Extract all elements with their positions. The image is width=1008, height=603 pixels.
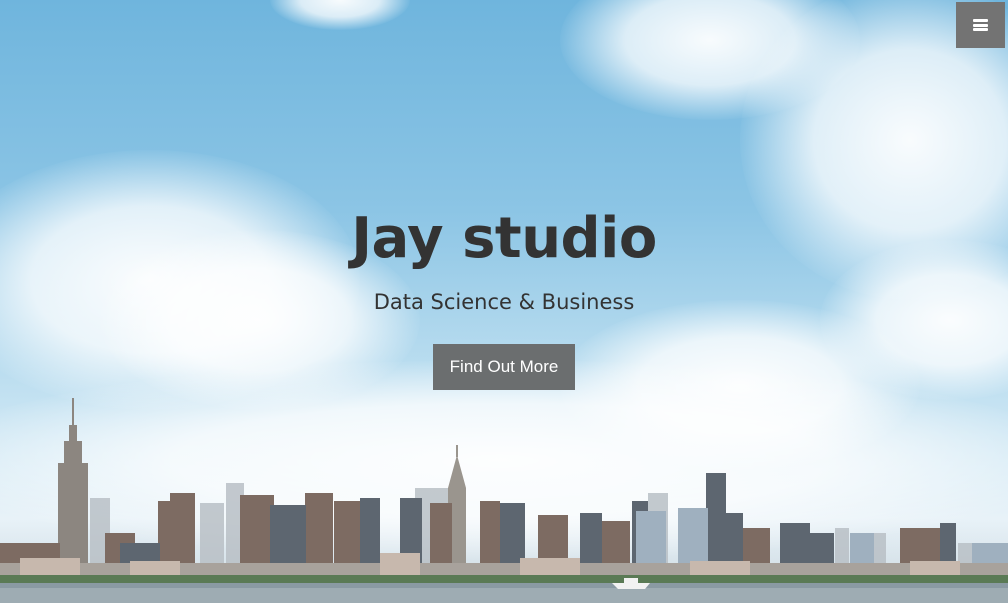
hero-content: Jay studio Data Science & Business Find … [0,205,1008,391]
hero-section: Jay studio Data Science & Business Find … [0,0,1008,603]
find-out-more-button[interactable]: Find Out More [432,344,576,391]
city-skyline-image [0,398,1008,603]
menu-toggle-button[interactable] [956,2,1005,48]
page-subtitle: Data Science & Business [373,290,635,315]
page-title: Jay studio [351,206,657,271]
hamburger-icon [973,19,988,31]
cloud [270,0,410,30]
